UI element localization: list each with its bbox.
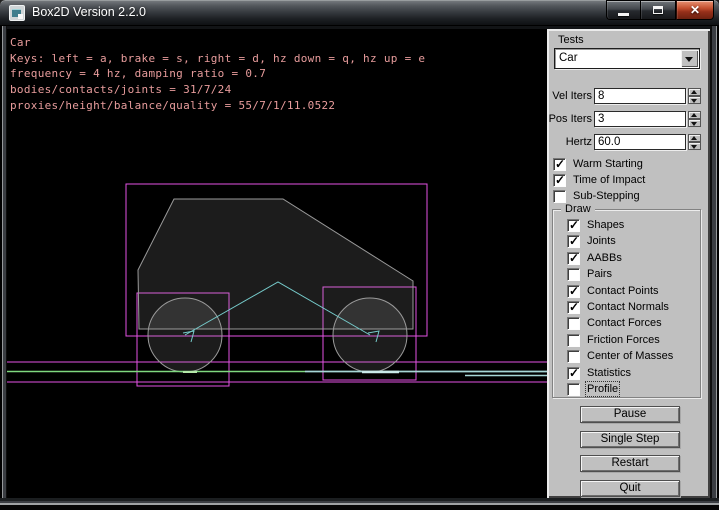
vel-iters-input[interactable]: 8 bbox=[594, 88, 686, 104]
checkmark-icon: ✓ bbox=[569, 366, 579, 380]
physics-canvas[interactable]: Car Keys: left = a, brake = s, right = d… bbox=[7, 29, 547, 498]
checkbox-label: Time of Impact bbox=[573, 174, 645, 186]
center-of-masses-checkbox[interactable] bbox=[567, 350, 580, 363]
app-icon bbox=[9, 5, 25, 21]
checkbox-label: Shapes bbox=[587, 219, 624, 231]
checkbox-label: Sub-Stepping bbox=[573, 190, 640, 202]
tests-dropdown-arrow-button[interactable] bbox=[681, 50, 698, 67]
quit-button[interactable]: Quit bbox=[580, 480, 680, 497]
checkbox-label: Statistics bbox=[587, 367, 631, 379]
checkbox-label: Contact Normals bbox=[587, 301, 669, 313]
close-icon: ✕ bbox=[677, 3, 713, 17]
pos-iters-input[interactable]: 3 bbox=[594, 111, 686, 127]
checkbox-label: Center of Masses bbox=[587, 350, 673, 362]
pairs-checkbox[interactable] bbox=[567, 268, 580, 281]
contact-normals-checkbox[interactable]: ✓ bbox=[567, 301, 580, 314]
spinner-value: 3 bbox=[598, 113, 604, 125]
spinner-up-button[interactable] bbox=[688, 111, 701, 119]
chevron-up-icon bbox=[691, 90, 697, 94]
spinner-row-vel-iters: Vel Iters 8 bbox=[547, 88, 710, 105]
checkmark-icon: ✓ bbox=[555, 157, 565, 171]
spinner-up-button[interactable] bbox=[688, 134, 701, 142]
spinner-stepper bbox=[688, 111, 701, 128]
maximize-button[interactable] bbox=[640, 0, 676, 20]
joints-checkbox[interactable]: ✓ bbox=[567, 235, 580, 248]
chevron-down-icon bbox=[691, 99, 697, 103]
window-title: Box2D Version 2.2.0 bbox=[32, 0, 146, 26]
checkbox-label: Warm Starting bbox=[573, 158, 643, 170]
checkmark-icon: ✓ bbox=[569, 218, 579, 232]
minimize-button[interactable] bbox=[606, 0, 640, 20]
contact-points-checkbox[interactable]: ✓ bbox=[567, 285, 580, 298]
checkbox-label: Joints bbox=[587, 235, 616, 247]
contact-forces-checkbox[interactable] bbox=[567, 317, 580, 330]
checkbox-label: Friction Forces bbox=[587, 334, 660, 346]
chevron-up-icon bbox=[691, 113, 697, 117]
app-icon-corner bbox=[18, 14, 23, 19]
checkbox-label: Pairs bbox=[587, 268, 612, 280]
single-step-button[interactable]: Single Step bbox=[580, 431, 680, 448]
checkmark-icon: ✓ bbox=[569, 300, 579, 314]
chevron-down-icon bbox=[691, 122, 697, 126]
frame-left-edge bbox=[0, 26, 7, 498]
chevron-down-icon bbox=[691, 145, 697, 149]
pause-button[interactable]: Pause bbox=[580, 406, 680, 423]
spinner-down-button[interactable] bbox=[688, 96, 701, 104]
profile-checkbox[interactable] bbox=[567, 383, 580, 396]
checkmark-icon: ✓ bbox=[555, 173, 565, 187]
spinner-stepper bbox=[688, 134, 701, 151]
spinner-stepper bbox=[688, 88, 701, 105]
tests-label: Tests bbox=[558, 34, 584, 46]
stats-text: Car Keys: left = a, brake = s, right = d… bbox=[10, 35, 425, 114]
checkbox-label: AABBs bbox=[587, 252, 622, 264]
checkbox-label: Profile bbox=[587, 383, 618, 395]
control-panel: Tests Car Vel Iters8Pos Iters3Hertz60.0 … bbox=[547, 29, 710, 498]
chevron-up-icon bbox=[691, 136, 697, 140]
close-button[interactable]: ✕ bbox=[676, 0, 714, 20]
spinner-row-pos-iters: Pos Iters 3 bbox=[547, 111, 710, 128]
spinner-row-hertz: Hertz 60.0 bbox=[547, 134, 710, 151]
tests-dropdown[interactable]: Car bbox=[554, 48, 700, 69]
draw-group-label: Draw bbox=[561, 203, 595, 215]
spinner-up-button[interactable] bbox=[688, 88, 701, 96]
sub-stepping-checkbox[interactable] bbox=[553, 190, 566, 203]
aabbs-checkbox[interactable]: ✓ bbox=[567, 252, 580, 265]
frame-bottom-edge bbox=[0, 498, 719, 510]
checkmark-icon: ✓ bbox=[569, 251, 579, 265]
checkmark-icon: ✓ bbox=[569, 234, 579, 248]
spinner-label: Vel Iters bbox=[547, 90, 592, 102]
app-window: Box2D Version 2.2.0 ✕ Car Keys: left = a… bbox=[0, 0, 719, 510]
caption-buttons: ✕ bbox=[606, 0, 714, 20]
maximize-icon bbox=[653, 6, 663, 14]
draw-group: Draw ✓Shapes✓Joints✓AABBsPairs✓Contact P… bbox=[552, 209, 701, 398]
spinner-value: 60.0 bbox=[598, 136, 620, 148]
checkmark-icon: ✓ bbox=[569, 284, 579, 298]
frame-right-edge bbox=[710, 26, 719, 498]
checkbox-label: Contact Points bbox=[587, 285, 659, 297]
checkbox-label: Contact Forces bbox=[587, 317, 662, 329]
statistics-checkbox[interactable]: ✓ bbox=[567, 367, 580, 380]
chevron-down-icon bbox=[685, 57, 693, 66]
shapes-checkbox[interactable]: ✓ bbox=[567, 219, 580, 232]
hertz-input[interactable]: 60.0 bbox=[594, 134, 686, 150]
time-of-impact-checkbox[interactable]: ✓ bbox=[553, 174, 566, 187]
spinner-label: Pos Iters bbox=[547, 113, 592, 125]
spinner-value: 8 bbox=[598, 90, 604, 102]
warm-starting-checkbox[interactable]: ✓ bbox=[553, 158, 566, 171]
restart-button[interactable]: Restart bbox=[580, 455, 680, 472]
minimize-icon bbox=[618, 13, 629, 16]
title-bar[interactable]: Box2D Version 2.2.0 ✕ bbox=[0, 0, 719, 26]
tests-selected-value: Car bbox=[559, 52, 578, 64]
spinner-down-button[interactable] bbox=[688, 142, 701, 150]
friction-forces-checkbox[interactable] bbox=[567, 334, 580, 347]
spinner-down-button[interactable] bbox=[688, 119, 701, 127]
spinner-label: Hertz bbox=[547, 136, 592, 148]
